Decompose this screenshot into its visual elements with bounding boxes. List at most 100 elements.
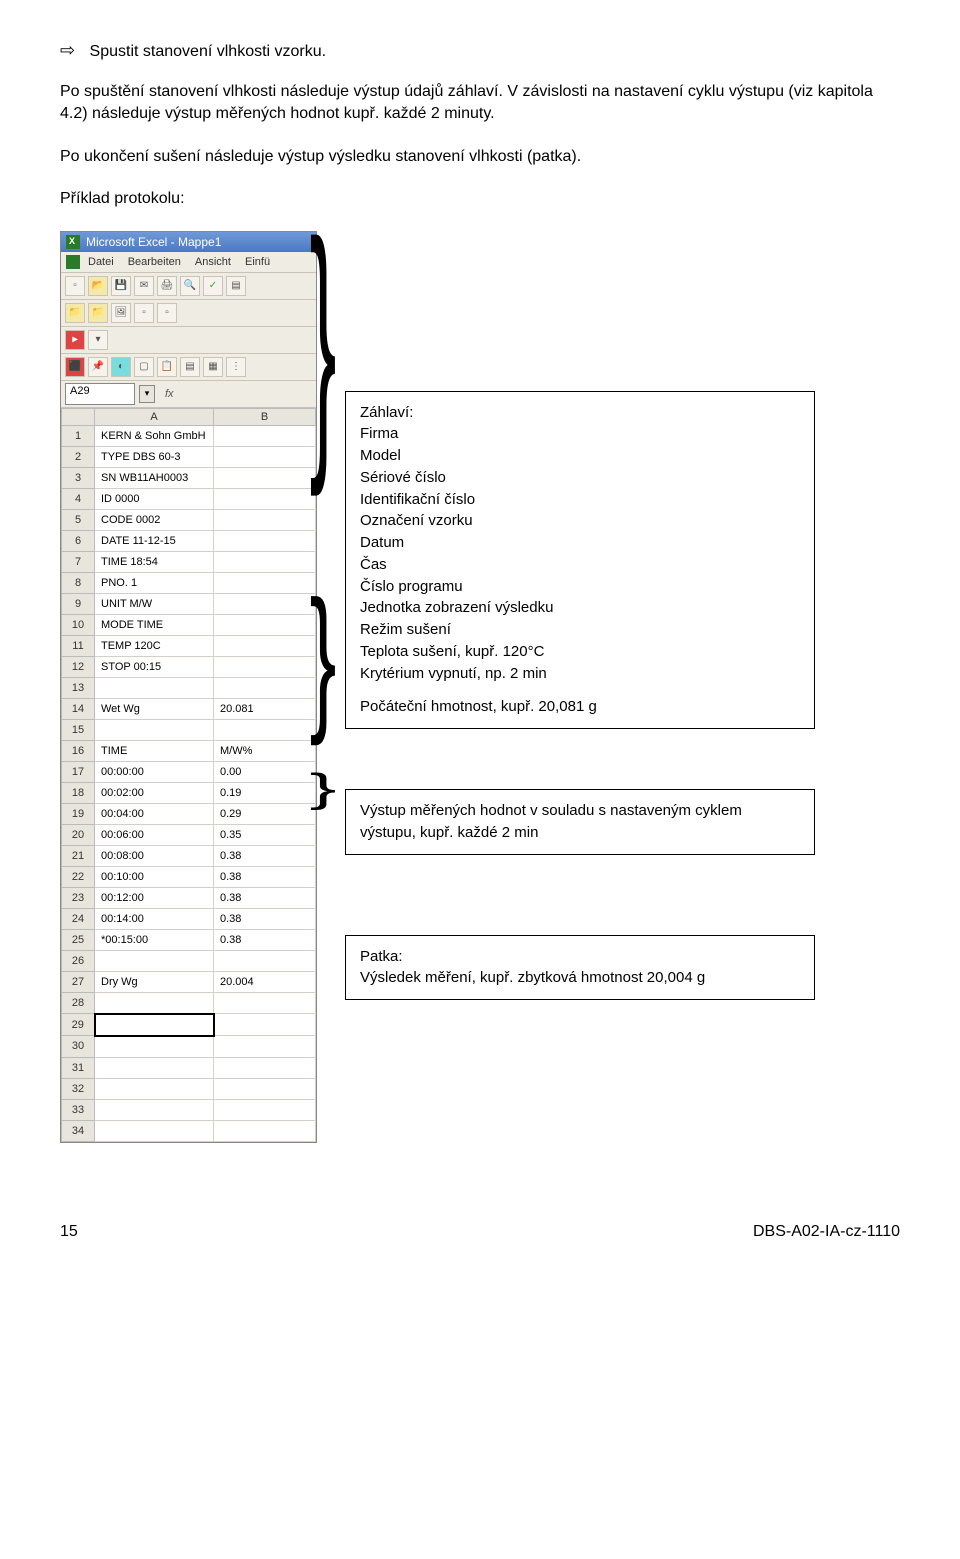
cell-b[interactable] [214,467,316,488]
row-header[interactable]: 19 [62,803,95,824]
table-row[interactable]: 8PNO. 1 [62,572,316,593]
cell-a[interactable]: DATE 11-12-15 [95,530,214,551]
table-row[interactable]: 10MODE TIME [62,614,316,635]
table-row[interactable]: 7TIME 18:54 [62,551,316,572]
cyan-icon[interactable]: ◐ [111,357,131,377]
table-row[interactable]: 2000:06:000.35 [62,824,316,845]
table-row[interactable]: 5CODE 0002 [62,509,316,530]
cell-a[interactable]: 00:10:00 [95,866,214,887]
cell-b[interactable] [214,1099,316,1120]
copy-icon[interactable]: ▤ [180,357,200,377]
cell-a[interactable]: Wet Wg [95,698,214,719]
cell-a[interactable]: 00:08:00 [95,845,214,866]
cell-a[interactable]: TYPE DBS 60-3 [95,446,214,467]
grid-icon[interactable]: ▦ [203,357,223,377]
row-header[interactable]: 26 [62,950,95,971]
menu-einfu[interactable]: Einfü [245,256,270,268]
row-header[interactable]: 23 [62,887,95,908]
cell-b[interactable] [214,1078,316,1099]
row-header[interactable]: 27 [62,971,95,992]
cell-b[interactable]: 0.38 [214,908,316,929]
table-row[interactable]: 1900:04:000.29 [62,803,316,824]
cell-b[interactable] [214,656,316,677]
table-row[interactable]: 16TIMEM/W% [62,740,316,761]
cell-b[interactable] [214,677,316,698]
dots-icon[interactable]: ⋮ [226,357,246,377]
row-header[interactable]: 34 [62,1120,95,1141]
table-row[interactable]: 31 [62,1057,316,1078]
row-header[interactable]: 30 [62,1036,95,1058]
table-row[interactable]: 28 [62,992,316,1014]
row-header[interactable]: 28 [62,992,95,1014]
preview-icon[interactable]: 🔍 [180,276,200,296]
cell-b[interactable]: 0.38 [214,929,316,950]
cell-b[interactable]: 0.19 [214,782,316,803]
cell-a[interactable] [95,1099,214,1120]
row-header[interactable]: 1 [62,425,95,446]
open-icon[interactable]: 📂 [88,276,108,296]
namebox-dropdown-icon[interactable]: ▾ [139,385,155,403]
row-header[interactable]: 15 [62,719,95,740]
row-header[interactable]: 6 [62,530,95,551]
row-header[interactable]: 31 [62,1057,95,1078]
cell-a[interactable]: PNO. 1 [95,572,214,593]
table-row[interactable]: 13 [62,677,316,698]
spellcheck-icon[interactable]: ✓ [203,276,223,296]
cell-b[interactable]: 0.29 [214,803,316,824]
cell-a[interactable]: 00:06:00 [95,824,214,845]
pdf2-icon[interactable]: ⬛ [65,357,85,377]
cell-b[interactable] [214,1120,316,1141]
cell-a[interactable]: TIME [95,740,214,761]
table-row[interactable]: 14Wet Wg20.081 [62,698,316,719]
cell-a[interactable]: 00:04:00 [95,803,214,824]
row-header[interactable]: 11 [62,635,95,656]
misc2-icon[interactable]: ▫ [157,303,177,323]
table-row[interactable]: 6DATE 11-12-15 [62,530,316,551]
cell-b[interactable] [214,1057,316,1078]
row-header[interactable]: 12 [62,656,95,677]
menu-datei[interactable]: Datei [88,256,114,268]
cell-b[interactable] [214,614,316,635]
menu-ansicht[interactable]: Ansicht [195,256,231,268]
cell-a[interactable]: 00:12:00 [95,887,214,908]
cell-b[interactable]: 0.35 [214,824,316,845]
col-header-a[interactable]: A [95,408,214,425]
table-row[interactable]: 2100:08:000.38 [62,845,316,866]
cell-b[interactable] [214,488,316,509]
table-row[interactable]: 25*00:15:000.38 [62,929,316,950]
cell-a[interactable]: ID 0000 [95,488,214,509]
cell-a[interactable] [95,1014,214,1036]
cell-a[interactable]: 00:00:00 [95,761,214,782]
cell-a[interactable]: MODE TIME [95,614,214,635]
pin-icon[interactable]: 📌 [88,357,108,377]
table-row[interactable]: 26 [62,950,316,971]
fx-label[interactable]: fx [165,388,174,400]
row-header[interactable]: 17 [62,761,95,782]
table-row[interactable]: 29 [62,1014,316,1036]
table-row[interactable]: 34 [62,1120,316,1141]
cell-a[interactable] [95,992,214,1014]
name-box[interactable]: A29 [65,383,135,405]
folder2-icon[interactable]: 📁 [88,303,108,323]
cell-a[interactable]: Dry Wg [95,971,214,992]
row-header[interactable]: 16 [62,740,95,761]
cell-a[interactable] [95,1036,214,1058]
table-row[interactable]: 33 [62,1099,316,1120]
table-row[interactable]: 1800:02:000.19 [62,782,316,803]
table-row[interactable]: 4ID 0000 [62,488,316,509]
row-header[interactable]: 5 [62,509,95,530]
cell-a[interactable] [95,1078,214,1099]
cell-b[interactable] [214,446,316,467]
table-row[interactable]: 3SN WB11AH0003 [62,467,316,488]
cell-b[interactable]: 20.081 [214,698,316,719]
menu-bearbeiten[interactable]: Bearbeiten [128,256,181,268]
cell-b[interactable]: M/W% [214,740,316,761]
cell-a[interactable]: *00:15:00 [95,929,214,950]
cell-b[interactable]: 0.38 [214,845,316,866]
arrow-icon2[interactable]: ▾ [88,330,108,350]
row-header[interactable]: 32 [62,1078,95,1099]
row-header[interactable]: 8 [62,572,95,593]
table-row[interactable]: 2300:12:000.38 [62,887,316,908]
row-header[interactable]: 21 [62,845,95,866]
folder-icon[interactable]: 📁 [65,303,85,323]
